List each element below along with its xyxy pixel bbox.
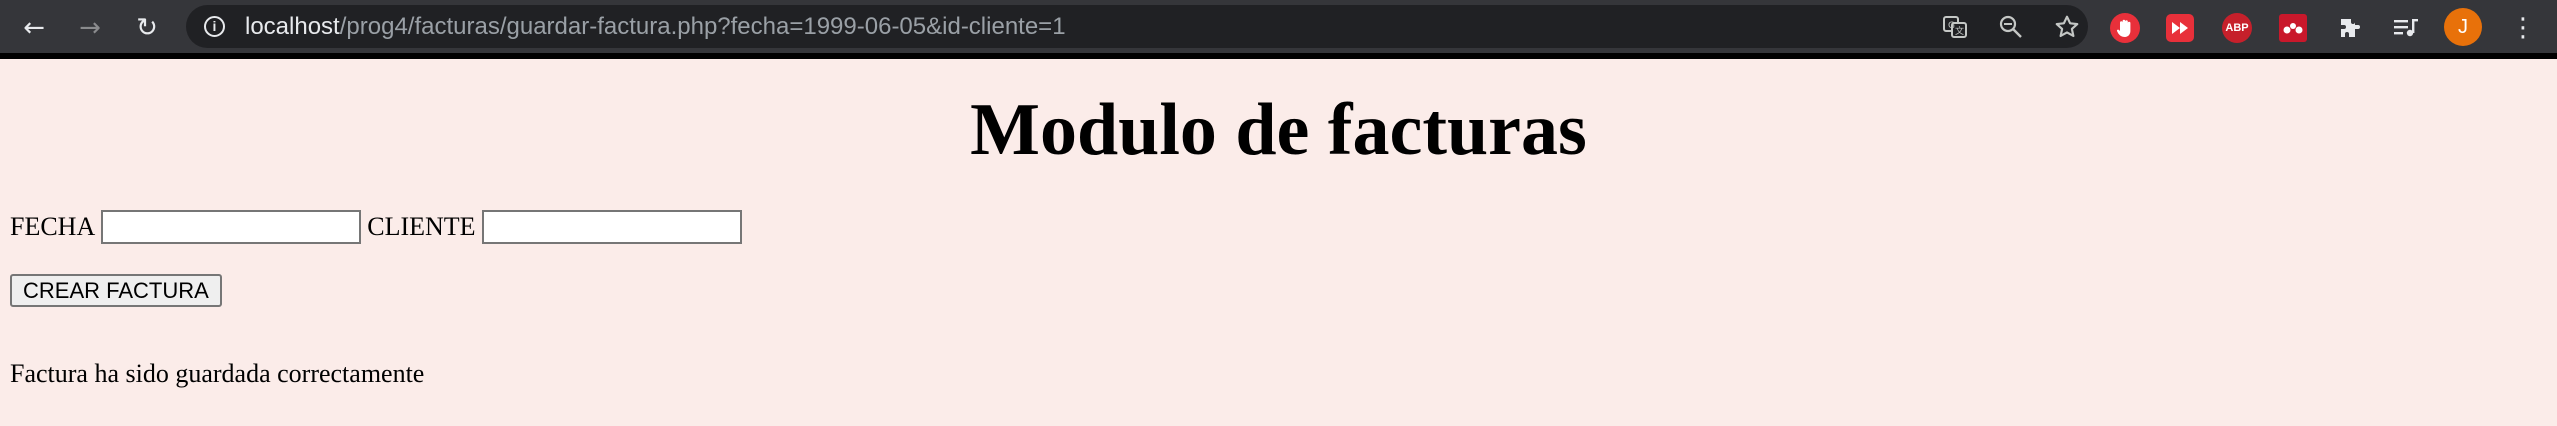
profile-avatar[interactable]: J [2444, 8, 2482, 46]
forward-button[interactable]: → [70, 8, 110, 48]
svg-text:G: G [1948, 21, 1955, 31]
fecha-input[interactable] [101, 210, 362, 244]
crear-factura-button[interactable]: CREAR FACTURA [10, 274, 222, 307]
forward-arrow-icon: → [79, 13, 101, 43]
site-info-icon[interactable]: i [204, 16, 225, 37]
back-arrow-icon: ← [23, 13, 45, 43]
address-bar[interactable]: i localhost/prog4/facturas/guardar-factu… [186, 5, 2088, 48]
fecha-label: FECHA [10, 212, 96, 241]
extensions-puzzle-icon[interactable] [2335, 13, 2365, 43]
reload-button[interactable]: ↻ [127, 8, 167, 48]
url-text[interactable]: localhost/prog4/facturas/guardar-factura… [245, 14, 1066, 40]
url-host: localhost [245, 13, 340, 40]
reload-icon: ↻ [136, 13, 158, 43]
translate-icon[interactable]: G 文 [1940, 12, 1970, 42]
hand-extension-icon[interactable] [2110, 13, 2140, 43]
media-playlist-icon[interactable] [2391, 13, 2421, 43]
fast-forward-extension-icon[interactable] [2166, 14, 2194, 42]
status-message: Factura ha sido guardada correctamente [10, 359, 425, 388]
cliente-input[interactable] [481, 210, 742, 244]
browser-toolbar: ← → ↻ i localhost/prog4/facturas/guardar… [0, 0, 2557, 59]
adblock-label: ABP [2225, 22, 2249, 34]
page-content: Modulo de facturas FECHA CLIENTE CREAR F… [0, 59, 2557, 426]
page-title: Modulo de facturas [970, 89, 1587, 171]
url-path: /prog4/facturas/guardar-factura.php?fech… [339, 13, 1066, 40]
back-button[interactable]: ← [14, 8, 54, 48]
bookmark-star-icon[interactable] [2052, 12, 2082, 42]
zoom-out-icon[interactable] [1996, 12, 2026, 42]
cliente-label: CLIENTE [367, 212, 476, 241]
mendeley-extension-icon[interactable] [2279, 14, 2307, 42]
invoice-form: FECHA CLIENTE [10, 210, 742, 244]
adblock-plus-icon[interactable]: ABP [2222, 13, 2252, 43]
browser-menu-icon[interactable]: ⋮ [2510, 10, 2536, 46]
svg-text:文: 文 [1955, 25, 1964, 37]
